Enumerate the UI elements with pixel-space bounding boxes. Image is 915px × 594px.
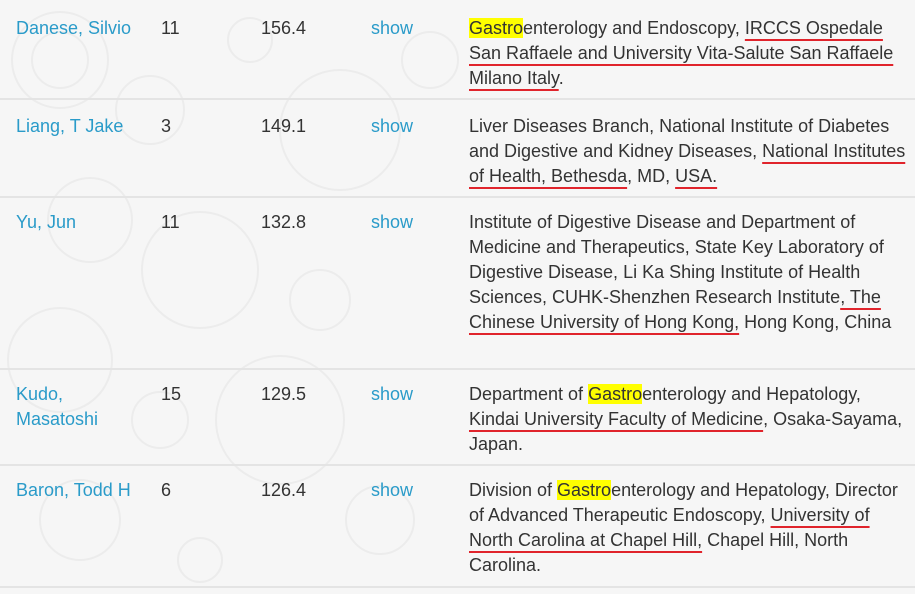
author-score: 126.4 <box>261 480 307 500</box>
author-score: 156.4 <box>261 18 307 38</box>
show-link[interactable]: show <box>371 114 441 139</box>
table-row: Danese, Silvio 11 156.4 show Gastroenter… <box>0 0 915 100</box>
authors-table: Danese, Silvio 11 156.4 show Gastroenter… <box>0 0 915 588</box>
affiliation-text: Gastroenterology and Endoscopy, IRCCS Os… <box>469 16 909 91</box>
search-term-highlight: Gastro <box>557 480 612 500</box>
show-link[interactable]: show <box>371 382 441 407</box>
publication-count: 11 <box>161 212 180 232</box>
table-row: Baron, Todd H 6 126.4 show Division of G… <box>0 466 915 588</box>
affiliation-segment: Institute of Digestive Disease and Depar… <box>469 212 884 307</box>
affiliation-segment: Department of <box>469 384 589 404</box>
affiliation-segment: enterology and Hepatology, <box>642 384 861 404</box>
author-name-link[interactable]: Baron, Todd H <box>16 478 146 503</box>
affiliation-segment: Hong Kong, China <box>739 312 892 332</box>
show-link[interactable]: show <box>371 16 441 41</box>
institution-underline: Kindai University Faculty of Medicine <box>469 409 764 429</box>
publication-count: 15 <box>161 384 182 404</box>
table-row: Kudo, Masatoshi 15 129.5 show Department… <box>0 370 915 466</box>
author-score: 129.5 <box>261 384 307 404</box>
affiliation-segment: Division of <box>469 480 558 500</box>
search-term-highlight: Gastro <box>588 384 643 404</box>
publication-count: 11 <box>161 18 180 38</box>
author-name-link[interactable]: Danese, Silvio <box>16 16 146 41</box>
author-name-link[interactable]: Liang, T Jake <box>16 114 146 139</box>
publication-count: 3 <box>161 116 172 136</box>
affiliation-segment: enterology and Endoscopy, <box>523 18 745 38</box>
author-score: 132.8 <box>261 212 307 232</box>
search-term-highlight: Gastro <box>469 18 524 38</box>
author-name-link[interactable]: Kudo, Masatoshi <box>16 382 146 432</box>
affiliation-text: Liver Diseases Branch, National Institut… <box>469 114 909 189</box>
affiliation-segment: , MD, <box>627 166 676 186</box>
show-link[interactable]: show <box>371 478 441 503</box>
country-underline: USA. <box>675 166 718 186</box>
affiliation-text: Division of Gastroenterology and Hepatol… <box>469 478 909 578</box>
show-link[interactable]: show <box>371 210 441 235</box>
table-row: Yu, Jun 11 132.8 show Institute of Diges… <box>0 198 915 370</box>
table-row: Liang, T Jake 3 149.1 show Liver Disease… <box>0 100 915 198</box>
author-score: 149.1 <box>261 116 307 136</box>
author-name-link[interactable]: Yu, Jun <box>16 210 146 235</box>
publication-count: 6 <box>161 480 172 500</box>
affiliation-text: Institute of Digestive Disease and Depar… <box>469 210 909 335</box>
affiliation-text: Department of Gastroenterology and Hepat… <box>469 382 909 457</box>
affiliation-segment: . <box>558 68 564 88</box>
